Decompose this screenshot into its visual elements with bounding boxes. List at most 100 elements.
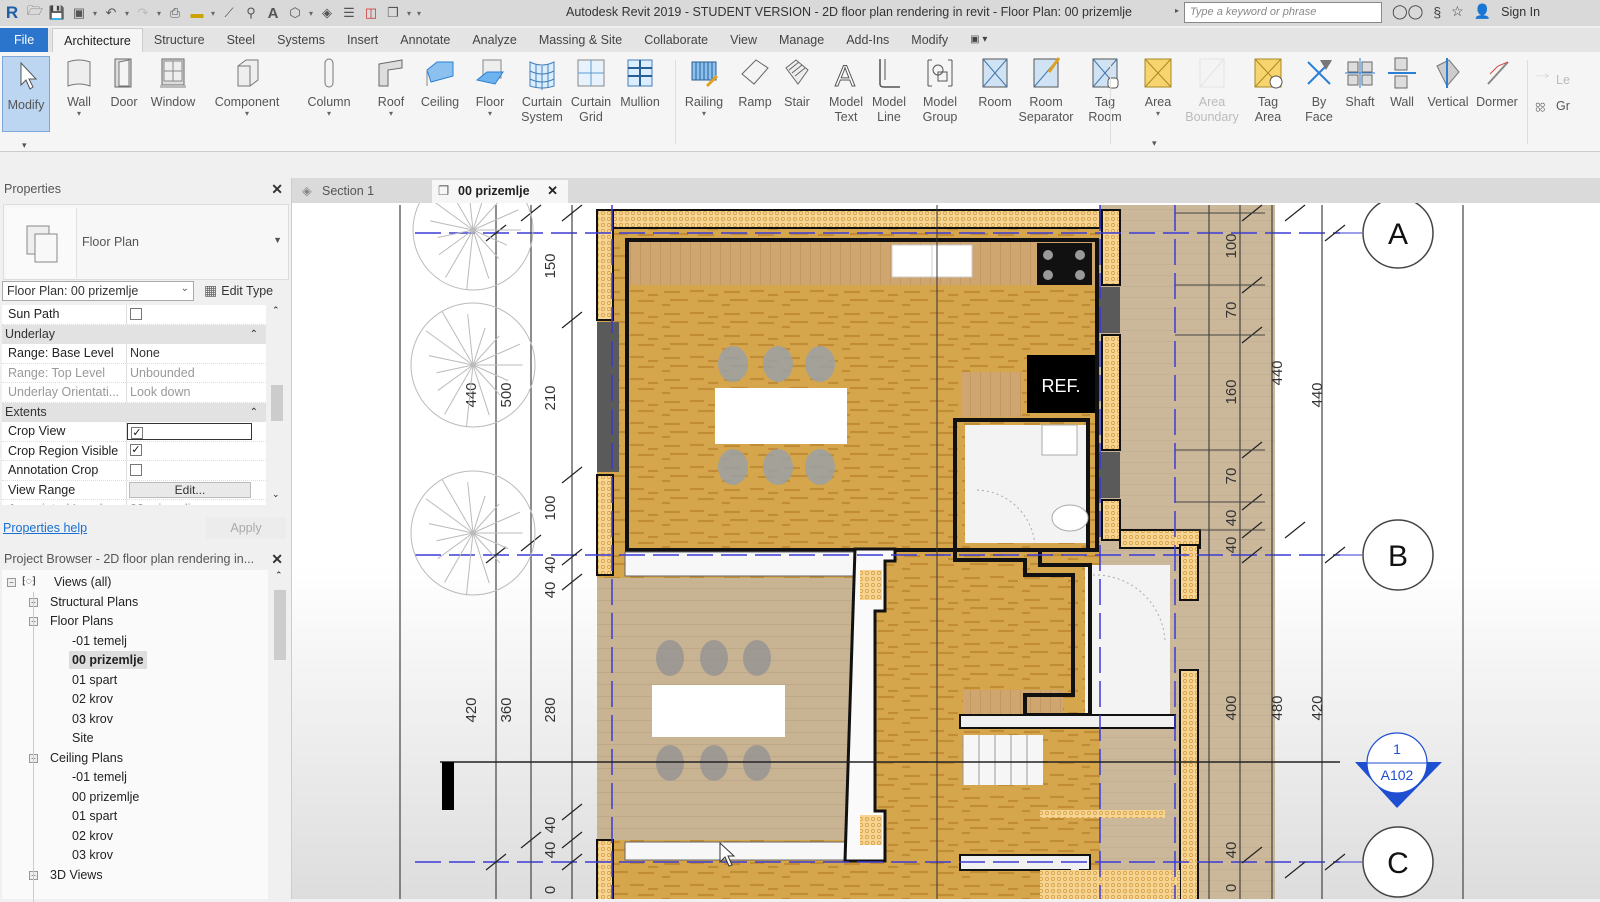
instance-selector[interactable]: Floor Plan: 00 prizemlje ⌄	[2, 281, 194, 301]
sync-icon[interactable]: ▣	[68, 3, 90, 23]
edit-type-button[interactable]: ▦ Edit Type	[204, 282, 273, 299]
tab-file[interactable]: File	[0, 28, 49, 52]
close-tab-icon[interactable]: ✕	[547, 180, 558, 202]
redo-icon[interactable]: ↷	[132, 3, 154, 23]
tree-item[interactable]: 01 spart	[72, 807, 117, 825]
tree-item[interactable]: 00 prizemlje	[69, 651, 147, 669]
section-icon[interactable]: ◈	[316, 3, 338, 23]
tab-architecture[interactable]: Architecture	[52, 28, 143, 52]
properties-scrollbar[interactable]: ⌃ ⌄	[268, 305, 286, 505]
tool-dormer[interactable]: Dormer	[1467, 56, 1527, 110]
property-value[interactable]: 00 prizemlje	[130, 502, 197, 505]
tab-massing-site[interactable]: Massing & Site	[528, 28, 633, 52]
tree-item[interactable]: 01 spart	[72, 671, 117, 689]
sign-in-button[interactable]: Sign In	[1501, 5, 1540, 19]
tree-item[interactable]: Ceiling Plans	[50, 749, 123, 767]
dropdown-arrow-icon[interactable]: ▾	[488, 110, 492, 118]
tool-component[interactable]: Component ▾	[215, 56, 279, 118]
switch-windows-icon[interactable]: ❐	[382, 3, 404, 23]
scroll-thumb[interactable]	[271, 385, 283, 421]
room-area-dropdown-icon[interactable]: ▾	[1152, 138, 1157, 149]
tool-model-group[interactable]: Model Group	[910, 56, 970, 125]
view-tab-section-1[interactable]: ◈ Section 1	[296, 180, 428, 203]
tool-column[interactable]: Column ▾	[299, 56, 359, 118]
tree-item[interactable]: 02 krov	[72, 827, 113, 845]
property-value[interactable]: Look down	[130, 385, 190, 399]
crop-region-visible-checkbox[interactable]: ✓	[130, 444, 142, 457]
tree-item[interactable]: Floor Plans	[50, 612, 113, 630]
tab-collaborate[interactable]: Collaborate	[633, 28, 719, 52]
dropdown-arrow-icon[interactable]: ▾	[702, 110, 706, 118]
tree-item[interactable]: 3D Views	[50, 866, 103, 884]
tab-analyze[interactable]: Analyze	[461, 28, 527, 52]
tool-grid[interactable]: Gr	[1532, 96, 1570, 116]
tree-item[interactable]: Views (all)	[54, 573, 111, 591]
tab-structure[interactable]: Structure	[143, 28, 216, 52]
tree-item[interactable]: 00 prizemlje	[72, 788, 139, 806]
tool-window[interactable]: Window	[143, 56, 203, 110]
close-icon[interactable]: ✕	[271, 178, 283, 200]
dropdown-arrow-icon[interactable]: ▾	[77, 110, 81, 118]
annotation-crop-checkbox[interactable]	[130, 463, 142, 476]
search-input[interactable]: Type a keyword or phrase	[1184, 2, 1382, 23]
tool-area[interactable]: Area ▾	[1128, 56, 1188, 118]
binoculars-icon[interactable]: ◯◯	[1392, 3, 1423, 20]
crop-view-checkbox[interactable]: ✓	[131, 426, 143, 439]
tool-level[interactable]: Le	[1532, 70, 1570, 90]
tag-icon[interactable]: ⚲	[240, 3, 262, 23]
scroll-up-icon[interactable]: ⌃	[272, 305, 280, 316]
scroll-down-icon[interactable]: ⌄	[272, 489, 280, 500]
subscription-icon[interactable]: §	[1433, 4, 1441, 20]
tool-area-boundary[interactable]: Area Boundary	[1182, 56, 1242, 125]
tree-item[interactable]: Site	[72, 729, 94, 747]
tab-annotate[interactable]: Annotate	[389, 28, 461, 52]
collapse-icon[interactable]: −	[7, 578, 16, 587]
modify-dropdown-icon[interactable]: ▾	[22, 140, 27, 151]
tree-item[interactable]: 02 krov	[72, 690, 113, 708]
collapse-icon[interactable]: ⌃	[250, 403, 258, 422]
type-selector[interactable]: Floor Plan ▼	[3, 204, 289, 280]
tab-insert[interactable]: Insert	[336, 28, 389, 52]
user-icon[interactable]: 👤	[1474, 3, 1491, 20]
tab-manage[interactable]: Manage	[768, 28, 835, 52]
sun-path-checkbox[interactable]	[130, 307, 142, 320]
close-icon[interactable]: ✕	[271, 548, 283, 570]
view-range-edit-button[interactable]: Edit...	[129, 481, 251, 498]
save-icon[interactable]: 💾	[46, 3, 68, 23]
browser-scrollbar[interactable]: ⌃	[272, 570, 288, 899]
ribbon-minimize-toggle[interactable]: ▣ ▾	[959, 28, 998, 52]
tree-item[interactable]: 03 krov	[72, 710, 113, 728]
drawing-canvas[interactable]: REF. 440 420 500 360 150 210 100 40 40 280 40 40 0 100…	[292, 203, 1600, 899]
tree-item[interactable]: 03 krov	[72, 846, 113, 864]
dropdown-arrow-icon[interactable]: ▾	[327, 110, 331, 118]
scroll-thumb[interactable]	[274, 590, 286, 660]
dropdown-arrow-icon[interactable]: ▾	[1156, 110, 1160, 118]
open-icon[interactable]: 🗁	[24, 3, 46, 23]
tab-steel[interactable]: Steel	[216, 28, 267, 52]
chevron-down-icon[interactable]: ▼	[273, 235, 282, 245]
text-icon[interactable]: A	[262, 3, 284, 23]
tool-mullion[interactable]: Mullion	[610, 56, 670, 110]
property-value[interactable]: None	[130, 346, 160, 360]
thin-lines-icon[interactable]: ☰	[338, 3, 360, 23]
undo-icon[interactable]: ↶	[100, 3, 122, 23]
property-value[interactable]: Unbounded	[130, 366, 195, 380]
print-icon[interactable]: ⎙	[164, 3, 186, 23]
tool-floor[interactable]: Floor ▾	[460, 56, 520, 118]
collapse-icon[interactable]: ⌃	[250, 325, 258, 344]
close-hidden-icon[interactable]: ◫	[360, 3, 382, 23]
property-group-extents[interactable]: Extents ⌃	[2, 402, 266, 422]
tool-modify[interactable]: Modify	[2, 56, 50, 132]
tree-item[interactable]: -01 temelj	[72, 768, 127, 786]
property-group-underlay[interactable]: Underlay ⌃	[2, 324, 266, 344]
revit-logo[interactable]: R	[0, 3, 24, 23]
tool-room-separator[interactable]: Room Separator	[1016, 56, 1076, 125]
favorites-star-icon[interactable]: ☆	[1451, 3, 1464, 20]
floor-plan-drawing[interactable]: REF.440420500360150210100404028040400100…	[292, 203, 1600, 899]
properties-help-link[interactable]: Properties help	[3, 521, 87, 535]
tab-modify[interactable]: Modify	[900, 28, 959, 52]
customize-qat-icon[interactable]: ▾	[414, 9, 424, 18]
measure-icon[interactable]: ▬	[186, 3, 208, 23]
tree-item[interactable]: Structural Plans	[50, 593, 138, 611]
tree-item[interactable]: -01 temelj	[72, 632, 127, 650]
